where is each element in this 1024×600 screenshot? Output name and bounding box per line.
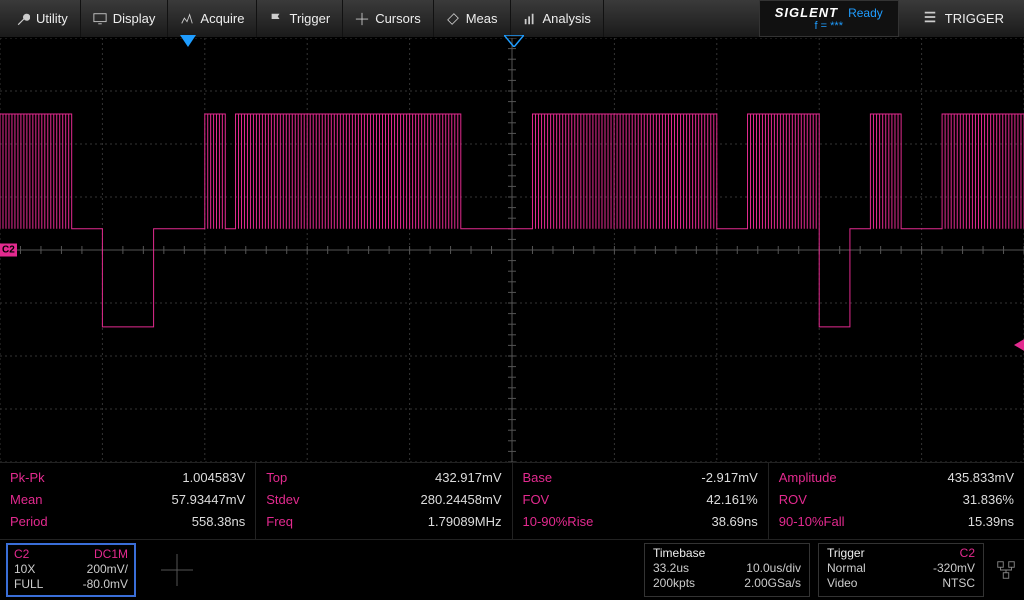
meas-col-3: Base-2.917mV FOV42.161% 10-90%Rise38.69n… [513,463,769,539]
meas-row: Stdev280.24458mV [266,489,501,511]
menu-display[interactable]: Display [81,0,169,37]
meas-row: Pk-Pk1.004583V [10,467,245,489]
meas-row: 10-90%Rise38.69ns [523,511,758,533]
acquire-icon [180,12,194,26]
meas-row: FOV42.161% [523,489,758,511]
menu-label: Display [113,11,156,26]
channel-marker: C2 [0,244,17,257]
list-icon [923,10,937,27]
menu-meas[interactable]: Meas [434,0,511,37]
meas-row: Top432.917mV [266,467,501,489]
menubar: Utility Display Acquire Trigger Cursors … [0,0,1024,38]
menu-utility[interactable]: Utility [4,0,81,37]
menu-label: Acquire [200,11,244,26]
network-icon[interactable] [988,540,1024,600]
meas-row: ROV31.836% [779,489,1014,511]
channel-box[interactable]: C2DC1M 10X200mV/ FULL-80.0mV [6,543,136,597]
meas-col-4: Amplitude435.833mV ROV31.836% 90-10%Fall… [769,463,1024,539]
meas-row: Period558.38ns [10,511,245,533]
timebase-box[interactable]: Timebase 33.2us10.0us/div 200kpts2.00GSa… [644,543,810,597]
flag-icon [269,12,283,26]
position-crosshair-icon[interactable] [142,540,212,600]
menu-cursors[interactable]: Cursors [343,0,434,37]
trigger-position-icon[interactable] [504,35,524,47]
meas-row: Amplitude435.833mV [779,467,1014,489]
menu-label: Meas [466,11,498,26]
trigger-level-marker-icon[interactable] [1014,338,1024,355]
waveform-area[interactable]: C2 [0,38,1024,462]
meas-row: 90-10%Fall15.39ns [779,511,1014,533]
side-trigger-button[interactable]: TRIGGER [907,0,1020,37]
meas-row: Base-2.917mV [523,467,758,489]
delay-indicator-icon[interactable] [180,35,196,47]
measurements-panel: Pk-Pk1.004583V Mean57.93447mV Period558.… [0,462,1024,540]
run-status: Ready [848,6,883,20]
wrench-icon [16,12,30,26]
brand-label: SIGLENT [775,5,838,20]
meas-col-1: Pk-Pk1.004583V Mean57.93447mV Period558.… [0,463,256,539]
meas-col-2: Top432.917mV Stdev280.24458mV Freq1.7908… [256,463,512,539]
menu-trigger[interactable]: Trigger [257,0,343,37]
meas-row: Mean57.93447mV [10,489,245,511]
trigger-box[interactable]: TriggerC2 Normal-320mV VideoNTSC [818,543,984,597]
monitor-icon [93,12,107,26]
menu-label: Analysis [543,11,591,26]
menu-acquire[interactable]: Acquire [168,0,257,37]
menu-analysis[interactable]: Analysis [511,0,604,37]
analysis-icon [523,12,537,26]
menu-label: Cursors [375,11,421,26]
bottom-bar: C2DC1M 10X200mV/ FULL-80.0mV Timebase 33… [0,540,1024,600]
ruler-icon [446,12,460,26]
menu-label: Utility [36,11,68,26]
cursors-icon [355,12,369,26]
side-button-label: TRIGGER [945,11,1004,26]
menu-label: Trigger [289,11,330,26]
freq-counter: f = *** [815,20,843,32]
meas-row: Freq1.79089MHz [266,511,501,533]
brand-status-box: SIGLENT Ready f = *** [759,0,899,37]
